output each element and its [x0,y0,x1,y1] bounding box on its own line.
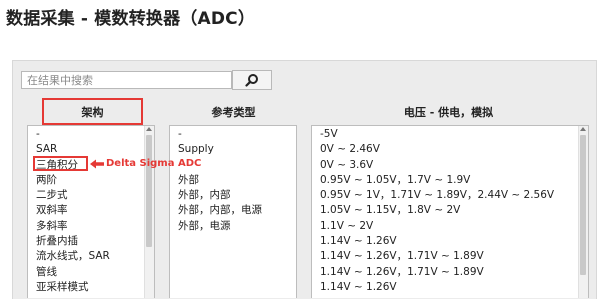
list-item[interactable]: 流水线式，SAR [28,249,154,264]
list-item[interactable]: 1.1V ~ 2V [312,219,588,234]
list-item[interactable]: 双斜率 [28,203,154,218]
list-item[interactable]: - [28,127,154,142]
list-item[interactable]: 0.95V ~ 1V，1.71V ~ 1.89V，2.44V ~ 2.56V [312,188,588,203]
list-item[interactable]: 1.14V ~ 1.26V，1.71V ~ 1.89V [312,249,588,264]
list-item[interactable]: 0V ~ 2.46V [312,142,588,157]
scrollbar-thumb[interactable] [580,135,586,275]
voltage-supply-analog-listbox[interactable]: -5V 0V ~ 2.46V 0V ~ 3.6V 0.95V ~ 1.05V，1… [311,125,589,298]
scrollbar-thumb[interactable] [146,135,152,247]
list-item[interactable]: 二步式 [28,188,154,203]
search-icon [245,74,258,87]
list-item[interactable]: 0.95V ~ 1.05V，1.7V ~ 1.9V [312,173,588,188]
scroll-up-arrow-icon[interactable] [580,127,586,131]
list-item[interactable]: 1.14V ~ 1.26V [312,280,588,295]
annotation-callout: Delta Sigma ADC [90,156,201,171]
arrow-left-icon [90,159,104,168]
list-item[interactable]: 管线 [28,265,154,280]
page-title: 数据采集 - 模数转换器（ADC） [6,9,256,29]
list-item[interactable]: 1.05V ~ 1.15V，1.8V ~ 2V [312,203,588,218]
list-item[interactable]: 外部，内部，电源 [170,203,296,218]
scrollbar[interactable] [144,126,154,298]
list-item[interactable]: 外部，电源 [170,219,296,234]
list-item[interactable]: 亚采样模式 [28,280,154,295]
list-item[interactable]: 外部 [170,173,296,188]
list-item[interactable]: 1.14V ~ 1.26V，1.71V ~ 1.89V [312,265,588,280]
list-item[interactable]: 0V ~ 3.6V [312,158,588,173]
scroll-up-arrow-icon[interactable] [146,127,152,131]
reference-type-listbox[interactable]: - Supply 外部 外部，内部 外部，内部，电源 外部，电源 [169,125,297,298]
column-header-reference-type[interactable]: 参考类型 [170,103,297,123]
list-item[interactable]: 折叠内插 [28,234,154,249]
column-header-voltage-supply-analog[interactable]: 电压 - 供电，模拟 [311,103,586,123]
list-item[interactable]: 多斜率 [28,219,154,234]
list-item[interactable]: -5V [312,127,588,142]
list-item[interactable]: 两阶 [28,173,154,188]
architecture-listbox[interactable]: - SAR 三角积分 两阶 二步式 双斜率 多斜率 折叠内插 流水线式，SAR … [27,125,155,298]
item-highlight-box [33,156,88,171]
scrollbar[interactable] [578,126,588,298]
list-item[interactable]: - [170,127,296,142]
search-input[interactable]: 在结果中搜索 [21,71,232,89]
list-item[interactable]: 1.14V ~ 1.26V [312,234,588,249]
annotation-label: Delta Sigma ADC [106,158,202,169]
header-highlight-box [42,98,143,125]
search-button[interactable] [232,70,272,90]
list-item[interactable]: 外部，内部 [170,188,296,203]
